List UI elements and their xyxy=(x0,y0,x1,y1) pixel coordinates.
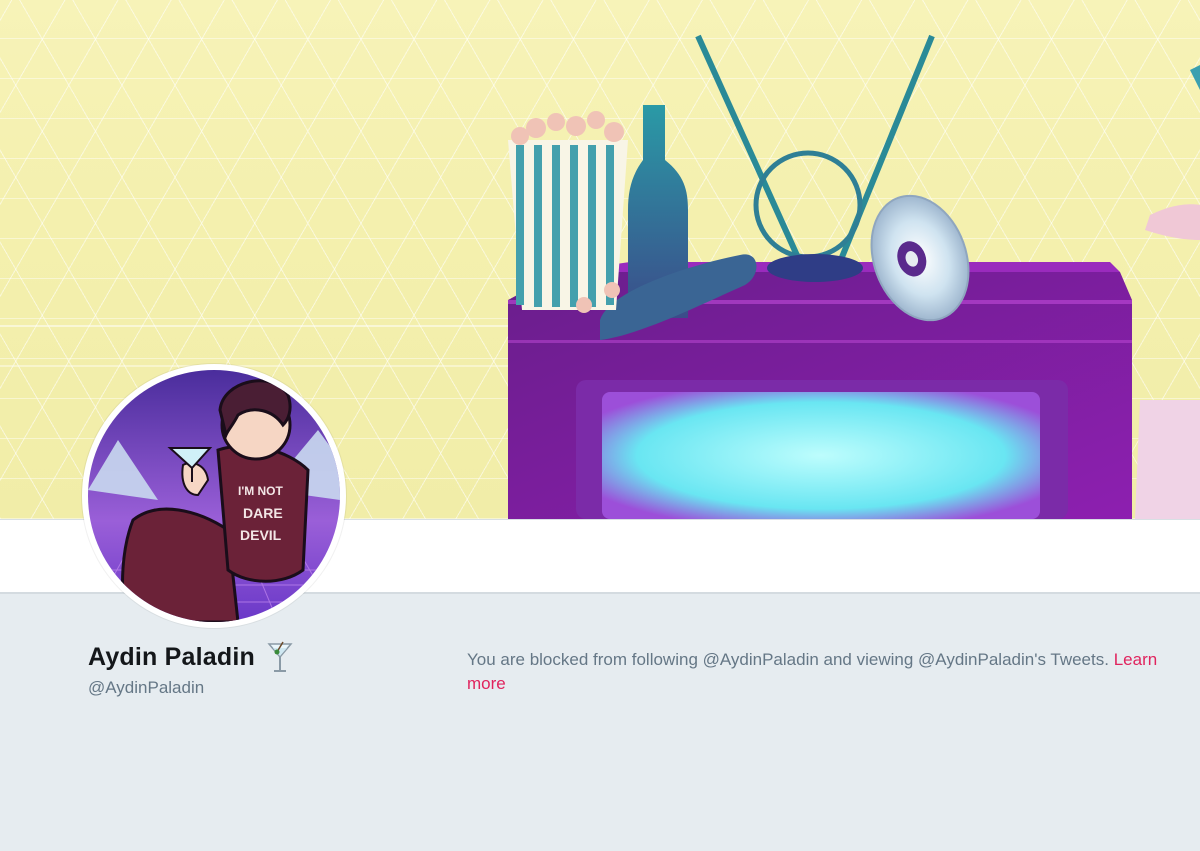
avatar-shirt-line-2: DARE xyxy=(243,505,283,521)
profile-avatar[interactable]: I'M NOT DARE DEVIL xyxy=(82,364,346,628)
profile-handle[interactable]: @AydinPaladin xyxy=(88,678,204,698)
avatar-image: I'M NOT DARE DEVIL xyxy=(88,370,340,622)
cocktail-glass-icon xyxy=(267,640,293,674)
blocked-notice-text: You are blocked from following @AydinPal… xyxy=(467,650,1109,669)
display-name-text[interactable]: Aydin Paladin xyxy=(88,643,255,672)
profile-page: I'M NOT DARE DEVIL Aydin Paladin @AydinP… xyxy=(0,0,1200,851)
profile-display-name[interactable]: Aydin Paladin xyxy=(88,640,293,674)
blocked-notice: You are blocked from following @AydinPal… xyxy=(467,648,1192,696)
avatar-illustration: I'M NOT DARE DEVIL xyxy=(88,370,340,622)
avatar-shirt-line-3: DEVIL xyxy=(240,527,282,543)
avatar-shirt-line-1: I'M NOT xyxy=(238,484,284,498)
